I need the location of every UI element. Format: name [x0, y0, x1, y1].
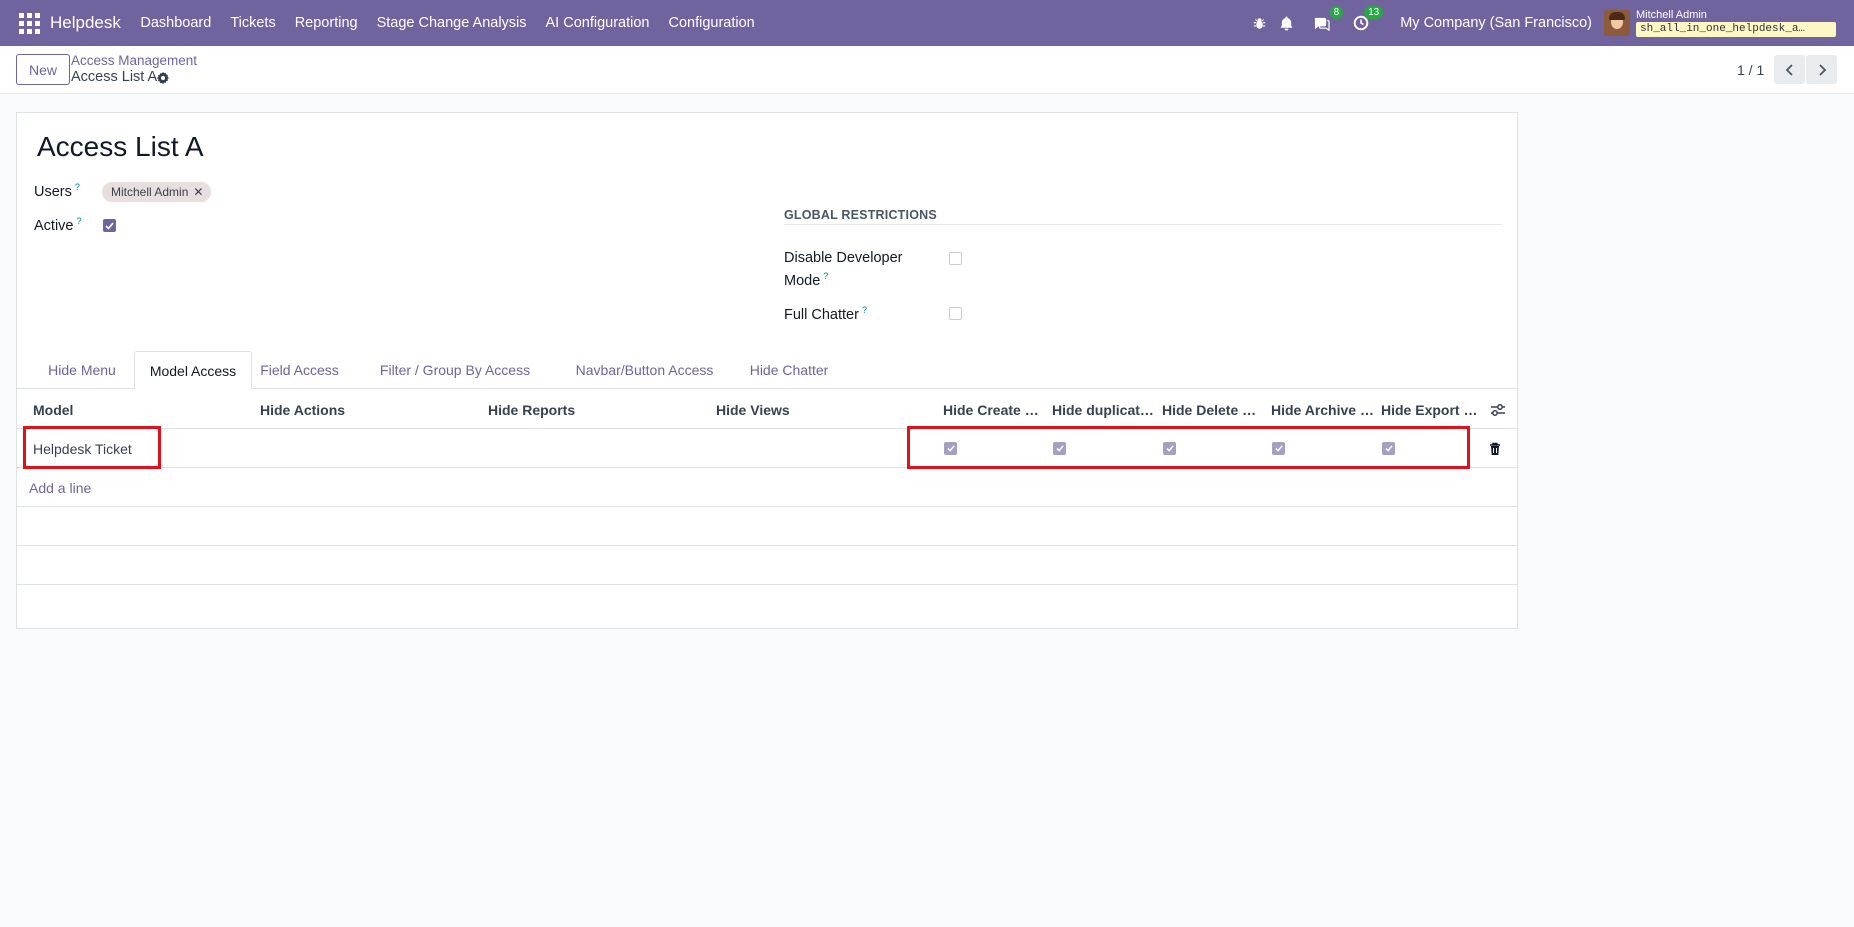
users-label: Users? [34, 182, 80, 200]
column-hide-export[interactable]: Hide Export … [1381, 391, 1484, 429]
messages-icon[interactable]: 8 [1310, 6, 1344, 34]
tab-model-access[interactable]: Model Access [134, 351, 252, 390]
highlight-hide-checkboxes [907, 426, 1470, 469]
breadcrumb-parent[interactable]: Access Management [71, 53, 197, 68]
gear-icon[interactable] [156, 71, 170, 85]
menu-reporting[interactable]: Reporting [285, 15, 367, 31]
menu-configuration[interactable]: Configuration [659, 15, 764, 31]
disable-developer-mode-label-2: Mode? [784, 271, 828, 289]
user-menu[interactable]: Mitchell Admin sh_all_in_one_helpdesk_a… [1636, 9, 1836, 37]
table-header: Model Hide Actions Hide Reports Hide Vie… [17, 391, 1517, 429]
column-hide-archive[interactable]: Hide Archive … [1271, 391, 1374, 429]
remove-tag-icon[interactable]: ✕ [193, 185, 203, 199]
tab-hide-chatter[interactable]: Hide Chatter [729, 351, 849, 389]
active-label: Active? [34, 216, 82, 234]
app-brand[interactable]: Helpdesk [50, 13, 121, 33]
database-name: sh_all_in_one_helpdesk_a… [1636, 22, 1836, 37]
bell-icon[interactable] [1275, 12, 1297, 34]
form-sheet: Access List A Users? Mitchell Admin ✕ Act… [16, 112, 1518, 629]
empty-row [17, 508, 1517, 546]
check-icon [105, 221, 114, 230]
tab-hide-menu[interactable]: Hide Menu [32, 351, 132, 389]
chevron-left-icon [1785, 63, 1793, 76]
full-chatter-checkbox[interactable] [949, 307, 962, 320]
disable-developer-mode-checkbox[interactable] [949, 252, 962, 265]
column-hide-actions[interactable]: Hide Actions [260, 391, 460, 429]
activities-clock-icon[interactable]: 13 [1350, 6, 1384, 34]
full-chatter-label-text: Full Chatter [784, 306, 859, 323]
help-icon[interactable]: ? [75, 182, 80, 192]
menu-stage-change-analysis[interactable]: Stage Change Analysis [367, 15, 536, 31]
pager-next-button[interactable] [1806, 55, 1837, 84]
top-navbar: Helpdesk Dashboard Tickets Reporting Sta… [0, 0, 1854, 46]
menu-ai-configuration[interactable]: AI Configuration [536, 15, 659, 31]
tab-field-access[interactable]: Field Access [253, 351, 346, 389]
empty-row [17, 547, 1517, 585]
menu-tickets[interactable]: Tickets [221, 15, 285, 31]
users-label-text: Users [34, 183, 72, 200]
activities-badge: 13 [1364, 6, 1384, 19]
column-hide-duplicate[interactable]: Hide duplicat… [1052, 391, 1155, 429]
tab-navbar-button-access[interactable]: Navbar/Button Access [556, 351, 733, 389]
user-avatar[interactable] [1604, 10, 1630, 36]
user-tag-label: Mitchell Admin [111, 185, 189, 199]
column-model[interactable]: Model [33, 391, 233, 429]
tab-filter-group-by-access[interactable]: Filter / Group By Access [362, 351, 548, 389]
full-chatter-label: Full Chatter? [784, 305, 867, 323]
active-label-text: Active [34, 217, 74, 234]
control-panel: New Access Management Access List A 1 / … [0, 46, 1854, 94]
column-hide-views[interactable]: Hide Views [716, 391, 866, 429]
disable-developer-mode-label: Disable Developer [784, 250, 903, 266]
column-hide-create[interactable]: Hide Create … [943, 391, 1046, 429]
help-icon[interactable]: ? [77, 216, 82, 226]
add-line-row: Add a line [17, 469, 1517, 507]
trash-icon[interactable] [1488, 442, 1502, 456]
menu-dashboard[interactable]: Dashboard [131, 15, 221, 31]
new-button[interactable]: New [16, 54, 71, 85]
chevron-right-icon [1818, 63, 1826, 76]
active-checkbox[interactable] [103, 219, 116, 232]
pager-previous-button[interactable] [1774, 55, 1805, 84]
column-hide-reports[interactable]: Hide Reports [488, 391, 688, 429]
column-hide-delete[interactable]: Hide Delete … [1162, 391, 1265, 429]
pager-value[interactable]: 1 / 1 [1737, 62, 1764, 78]
disable-dev-label-text: Mode [784, 272, 821, 289]
messages-badge: 8 [1329, 6, 1344, 19]
optional-columns-icon[interactable] [1490, 403, 1506, 417]
section-divider [784, 224, 1502, 225]
debug-bug-icon[interactable] [1248, 12, 1270, 34]
help-icon[interactable]: ? [862, 305, 867, 315]
company-switcher[interactable]: My Company (San Francisco) [1400, 15, 1592, 31]
user-name: Mitchell Admin [1636, 9, 1707, 21]
help-icon[interactable]: ? [823, 271, 828, 281]
breadcrumb-current: Access List A [71, 69, 158, 85]
add-a-line-link[interactable]: Add a line [29, 469, 91, 506]
user-tag[interactable]: Mitchell Admin ✕ [102, 182, 212, 202]
global-restrictions-title: GLOBAL RESTRICTIONS [784, 208, 937, 222]
notebook-tabs: Hide Menu Model Access Field Access Filt… [17, 351, 1517, 390]
highlight-model-cell [23, 426, 161, 469]
record-title[interactable]: Access List A [37, 131, 204, 163]
app-menu-icon[interactable] [16, 10, 42, 36]
